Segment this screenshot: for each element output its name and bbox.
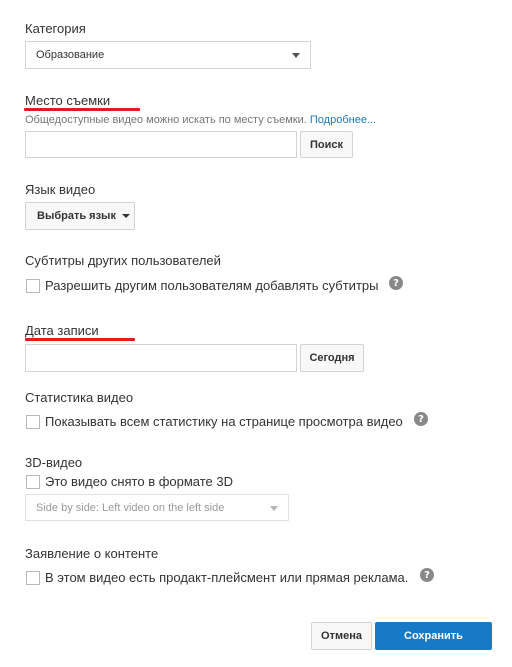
cancel-button[interactable]: Отмена — [311, 622, 372, 650]
recording-date-red-underline — [25, 338, 135, 341]
dropdown-arrow-icon — [270, 505, 278, 511]
location-input[interactable] — [25, 131, 297, 158]
location-red-underline — [24, 108, 140, 111]
category-selected-value: Образование — [36, 49, 105, 61]
language-label: Язык видео — [25, 182, 96, 197]
location-hint-text: Общедоступные видео можно искать по мест… — [25, 114, 307, 126]
location-hint: Общедоступные видео можно искать по мест… — [25, 114, 376, 126]
select-language-button[interactable]: Выбрать язык — [25, 202, 135, 230]
video-3d-format-select[interactable]: Side by side: Left video on the left sid… — [25, 494, 289, 521]
location-search-button[interactable]: Поиск — [300, 131, 353, 158]
dropdown-arrow-icon — [292, 53, 300, 58]
location-learn-more-link[interactable]: Подробнее... — [310, 114, 376, 126]
subtitles-checkbox[interactable] — [26, 279, 40, 293]
content-declaration-label: Заявление о контенте — [25, 546, 159, 561]
location-label: Место съемки — [25, 93, 111, 108]
subtitles-label: Субтитры других пользователей — [25, 253, 221, 268]
select-language-button-label: Выбрать язык — [37, 210, 116, 222]
video-3d-checkbox-label: Это видео снято в формате 3D — [45, 474, 234, 489]
category-select[interactable]: Образование — [25, 41, 311, 69]
content-declaration-checkbox-label: В этом видео есть продакт-плейсмент или … — [45, 570, 409, 585]
statistics-checkbox-label: Показывать всем статистику на странице п… — [45, 414, 403, 429]
recording-date-label: Дата записи — [25, 323, 99, 338]
statistics-checkbox[interactable] — [26, 415, 40, 429]
help-icon[interactable]: ? — [389, 276, 403, 290]
video-3d-label: 3D-видео — [25, 455, 83, 470]
recording-date-input[interactable] — [25, 344, 297, 372]
help-icon[interactable]: ? — [420, 568, 434, 582]
chevron-down-icon — [121, 214, 130, 218]
today-button[interactable]: Сегодня — [300, 344, 364, 372]
statistics-label: Статистика видео — [25, 390, 134, 405]
subtitles-checkbox-label: Разрешить другим пользователям добавлять… — [45, 278, 379, 293]
video-3d-checkbox[interactable] — [26, 475, 40, 489]
content-declaration-checkbox[interactable] — [26, 571, 40, 585]
help-icon[interactable]: ? — [414, 412, 428, 426]
video-3d-format-value: Side by side: Left video on the left sid… — [36, 501, 225, 514]
category-label: Категория — [25, 21, 86, 36]
save-button[interactable]: Сохранить — [375, 622, 492, 650]
